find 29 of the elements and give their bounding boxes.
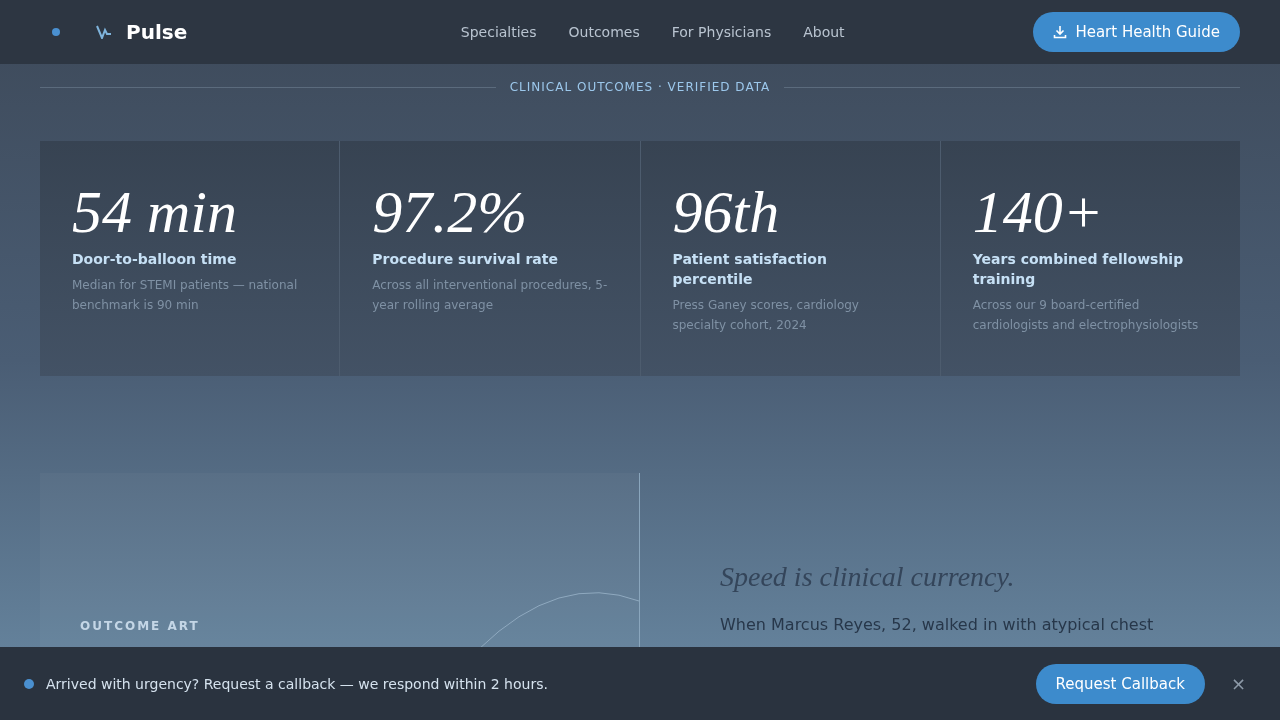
stat-value: 54 min bbox=[72, 181, 238, 243]
brand-name: Pulse bbox=[126, 20, 188, 44]
download-icon bbox=[1053, 25, 1068, 39]
nav-link[interactable]: About bbox=[803, 24, 845, 40]
stat-value: 97.2% bbox=[372, 181, 529, 243]
guide-button[interactable]: Heart Health Guide bbox=[1033, 12, 1240, 52]
status-dot bbox=[52, 28, 60, 36]
stat-value: 96th bbox=[672, 181, 781, 243]
close-button[interactable]: × bbox=[1224, 672, 1252, 695]
section-label: CLINICAL OUTCOMES · VERIFIED DATA bbox=[509, 80, 771, 94]
callback-button[interactable]: Request Callback bbox=[1035, 663, 1205, 704]
story-text: When Marcus Reyes, 52, walked in with atypical chest bbox=[720, 615, 1155, 634]
stat-title: Patient satisfaction percentile bbox=[672, 250, 828, 289]
callback-message: Arrived with urgency? Request a callback — we respond within 2 hours. bbox=[46, 675, 549, 692]
stat-note: Median for STEMI patients — national benchmark is 90 min bbox=[72, 277, 299, 314]
stat-note: Across our 9 board-certified cardiologists and electrophysiologists bbox=[972, 297, 1200, 334]
stat-title: Procedure survival rate bbox=[372, 250, 559, 269]
story-heading: Speed is clinical currency. bbox=[720, 561, 1016, 593]
pulse-logo-icon bbox=[96, 25, 112, 39]
status-dot bbox=[24, 678, 34, 689]
stat-value: 140+ bbox=[972, 181, 1105, 243]
stat-title: Years combined fellowship training bbox=[972, 250, 1185, 289]
stat-note: Across all interventional procedures, 5-year rolling average bbox=[372, 277, 608, 314]
nav-link[interactable]: Specialties bbox=[460, 24, 537, 40]
stat-note: Press Ganey scores, cardiology specialty cohort, 2024 bbox=[672, 297, 860, 334]
art-label: OUTCOME ART bbox=[80, 619, 200, 633]
nav-link[interactable]: Outcomes bbox=[568, 24, 640, 40]
nav-link[interactable]: For Physicians bbox=[671, 24, 772, 40]
stat-title: Door-to-balloon time bbox=[72, 250, 238, 269]
